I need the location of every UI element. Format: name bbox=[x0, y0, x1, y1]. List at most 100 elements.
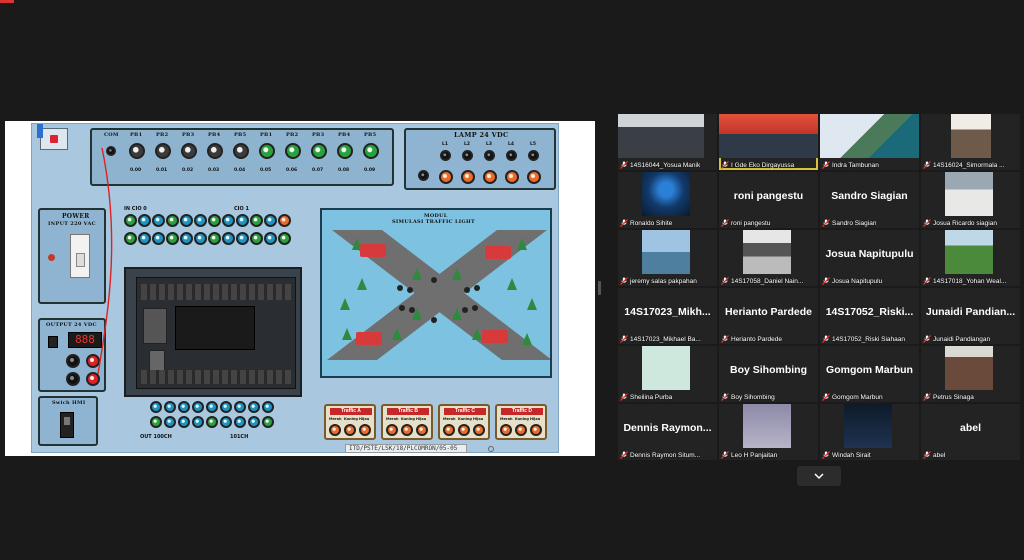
participant-tile[interactable]: Herianto Pardede Herianto Pardede bbox=[719, 288, 818, 344]
participant-tile[interactable]: Ronaldo Sihite bbox=[618, 172, 717, 228]
traffic-socket[interactable] bbox=[416, 424, 428, 436]
lamp-socket[interactable] bbox=[505, 170, 519, 184]
traffic-socket[interactable] bbox=[458, 424, 470, 436]
push-button[interactable] bbox=[337, 143, 353, 159]
panel-splitter[interactable] bbox=[598, 281, 601, 295]
traffic-socket[interactable] bbox=[443, 424, 455, 436]
cio-output-socket[interactable] bbox=[164, 401, 176, 413]
cio-input-socket[interactable] bbox=[166, 232, 179, 245]
cio-input-socket[interactable] bbox=[236, 214, 249, 227]
push-button[interactable] bbox=[363, 143, 379, 159]
push-button[interactable] bbox=[106, 146, 116, 156]
participant-tile[interactable]: 14S16044_Yosua Manik bbox=[618, 114, 717, 170]
cio-input-socket[interactable] bbox=[222, 232, 235, 245]
push-button[interactable] bbox=[233, 143, 249, 159]
traffic-socket[interactable] bbox=[515, 424, 527, 436]
push-button[interactable] bbox=[311, 143, 327, 159]
cio-output-socket[interactable] bbox=[262, 416, 274, 428]
cio-output-socket[interactable] bbox=[206, 416, 218, 428]
cio-input-socket[interactable] bbox=[250, 232, 263, 245]
cio-output-socket[interactable] bbox=[234, 416, 246, 428]
push-button[interactable] bbox=[129, 143, 145, 159]
traffic-socket[interactable] bbox=[401, 424, 413, 436]
cio-input-socket[interactable] bbox=[264, 232, 277, 245]
cio-output-socket[interactable] bbox=[192, 401, 204, 413]
output-socket[interactable] bbox=[86, 372, 100, 386]
participant-tile[interactable]: Boy Sihombing Boy Sihombing bbox=[719, 346, 818, 402]
participant-tile[interactable]: 14S17018_Yohan Weal... bbox=[921, 230, 1020, 286]
cio-input-socket[interactable] bbox=[278, 232, 291, 245]
traffic-socket[interactable] bbox=[359, 424, 371, 436]
traffic-socket[interactable] bbox=[530, 424, 542, 436]
participant-tile[interactable]: abel abel bbox=[921, 404, 1020, 460]
breaker-switch[interactable] bbox=[70, 234, 90, 278]
participant-tile[interactable]: Dennis Raymon... Dennis Raymon Situm... bbox=[618, 404, 717, 460]
cio-output-socket[interactable] bbox=[220, 416, 232, 428]
cio-output-socket[interactable] bbox=[150, 401, 162, 413]
participant-tile[interactable]: Junaidi Pandian... Junaidi Pandiangan bbox=[921, 288, 1020, 344]
cio-input-socket[interactable] bbox=[194, 214, 207, 227]
participant-tile[interactable]: Sheilina Purba bbox=[618, 346, 717, 402]
output-switch[interactable] bbox=[48, 336, 58, 348]
participant-tile[interactable]: 14S17023_Mikh... 14S17023_Mikhael Ba... bbox=[618, 288, 717, 344]
participant-tile[interactable]: Josua Ricardo siagian bbox=[921, 172, 1020, 228]
cio-output-socket[interactable] bbox=[178, 416, 190, 428]
lamp-socket[interactable] bbox=[527, 170, 541, 184]
cio-input-socket[interactable] bbox=[138, 232, 151, 245]
push-button[interactable] bbox=[259, 143, 275, 159]
push-button[interactable] bbox=[181, 143, 197, 159]
push-button[interactable] bbox=[155, 143, 171, 159]
participant-tile[interactable]: Leo H Panjaitan bbox=[719, 404, 818, 460]
participant-tile[interactable]: roni pangestu roni pangestu bbox=[719, 172, 818, 228]
output-socket[interactable] bbox=[86, 354, 100, 368]
cio-input-socket[interactable] bbox=[124, 232, 137, 245]
cio-input-socket[interactable] bbox=[180, 214, 193, 227]
traffic-socket[interactable] bbox=[344, 424, 356, 436]
cio-input-socket[interactable] bbox=[138, 214, 151, 227]
cio-output-socket[interactable] bbox=[150, 416, 162, 428]
push-button[interactable] bbox=[285, 143, 301, 159]
traffic-socket[interactable] bbox=[329, 424, 341, 436]
hmi-switch[interactable] bbox=[60, 412, 74, 438]
cio-input-socket[interactable] bbox=[278, 214, 291, 227]
cio-input-socket[interactable] bbox=[222, 214, 235, 227]
cio-input-socket[interactable] bbox=[264, 214, 277, 227]
traffic-socket[interactable] bbox=[473, 424, 485, 436]
lamp-com-socket[interactable] bbox=[418, 170, 429, 181]
participant-tile[interactable]: 14S17058_Daniel Nain... bbox=[719, 230, 818, 286]
cio-output-socket[interactable] bbox=[192, 416, 204, 428]
lamp-socket[interactable] bbox=[439, 170, 453, 184]
participant-tile[interactable]: Windah Sirait bbox=[820, 404, 919, 460]
lamp-socket[interactable] bbox=[461, 170, 475, 184]
participant-tile[interactable]: 14S16024_Simormala ... bbox=[921, 114, 1020, 170]
output-socket[interactable] bbox=[66, 354, 80, 368]
participant-tile[interactable]: I Gde Eko Dirgayussa bbox=[719, 114, 818, 170]
cio-output-socket[interactable] bbox=[248, 416, 260, 428]
cio-output-socket[interactable] bbox=[248, 401, 260, 413]
participant-tile[interactable]: Sandro Siagian Sandro Siagian bbox=[820, 172, 919, 228]
cio-output-socket[interactable] bbox=[262, 401, 274, 413]
cio-input-socket[interactable] bbox=[194, 232, 207, 245]
cio-input-socket[interactable] bbox=[236, 232, 249, 245]
cio-output-socket[interactable] bbox=[178, 401, 190, 413]
cio-input-socket[interactable] bbox=[166, 214, 179, 227]
cio-input-socket[interactable] bbox=[208, 232, 221, 245]
cio-input-socket[interactable] bbox=[250, 214, 263, 227]
participant-tile[interactable]: Josua Napitupulu Josua Napitupulu bbox=[820, 230, 919, 286]
traffic-socket[interactable] bbox=[386, 424, 398, 436]
traffic-socket[interactable] bbox=[500, 424, 512, 436]
participant-tile[interactable]: 14S17052_Riski... 14S17052_Riski Siahaan bbox=[820, 288, 919, 344]
push-button[interactable] bbox=[207, 143, 223, 159]
output-socket[interactable] bbox=[66, 372, 80, 386]
participant-tile[interactable]: Gomgom Marbun Gomgom Marbun bbox=[820, 346, 919, 402]
cio-input-socket[interactable] bbox=[124, 214, 137, 227]
participant-tile[interactable]: Indra Tambunan bbox=[820, 114, 919, 170]
cio-output-socket[interactable] bbox=[220, 401, 232, 413]
participant-tile[interactable]: Petrus Sinaga bbox=[921, 346, 1020, 402]
cio-input-socket[interactable] bbox=[208, 214, 221, 227]
cio-input-socket[interactable] bbox=[152, 214, 165, 227]
cio-input-socket[interactable] bbox=[152, 232, 165, 245]
cio-output-socket[interactable] bbox=[234, 401, 246, 413]
shared-screen[interactable]: COM PB1 0.00 PB2 0.01 PB3 0.02 PB4 0.03 PB5 0.04 PB… bbox=[5, 121, 595, 456]
cio-output-socket[interactable] bbox=[206, 401, 218, 413]
